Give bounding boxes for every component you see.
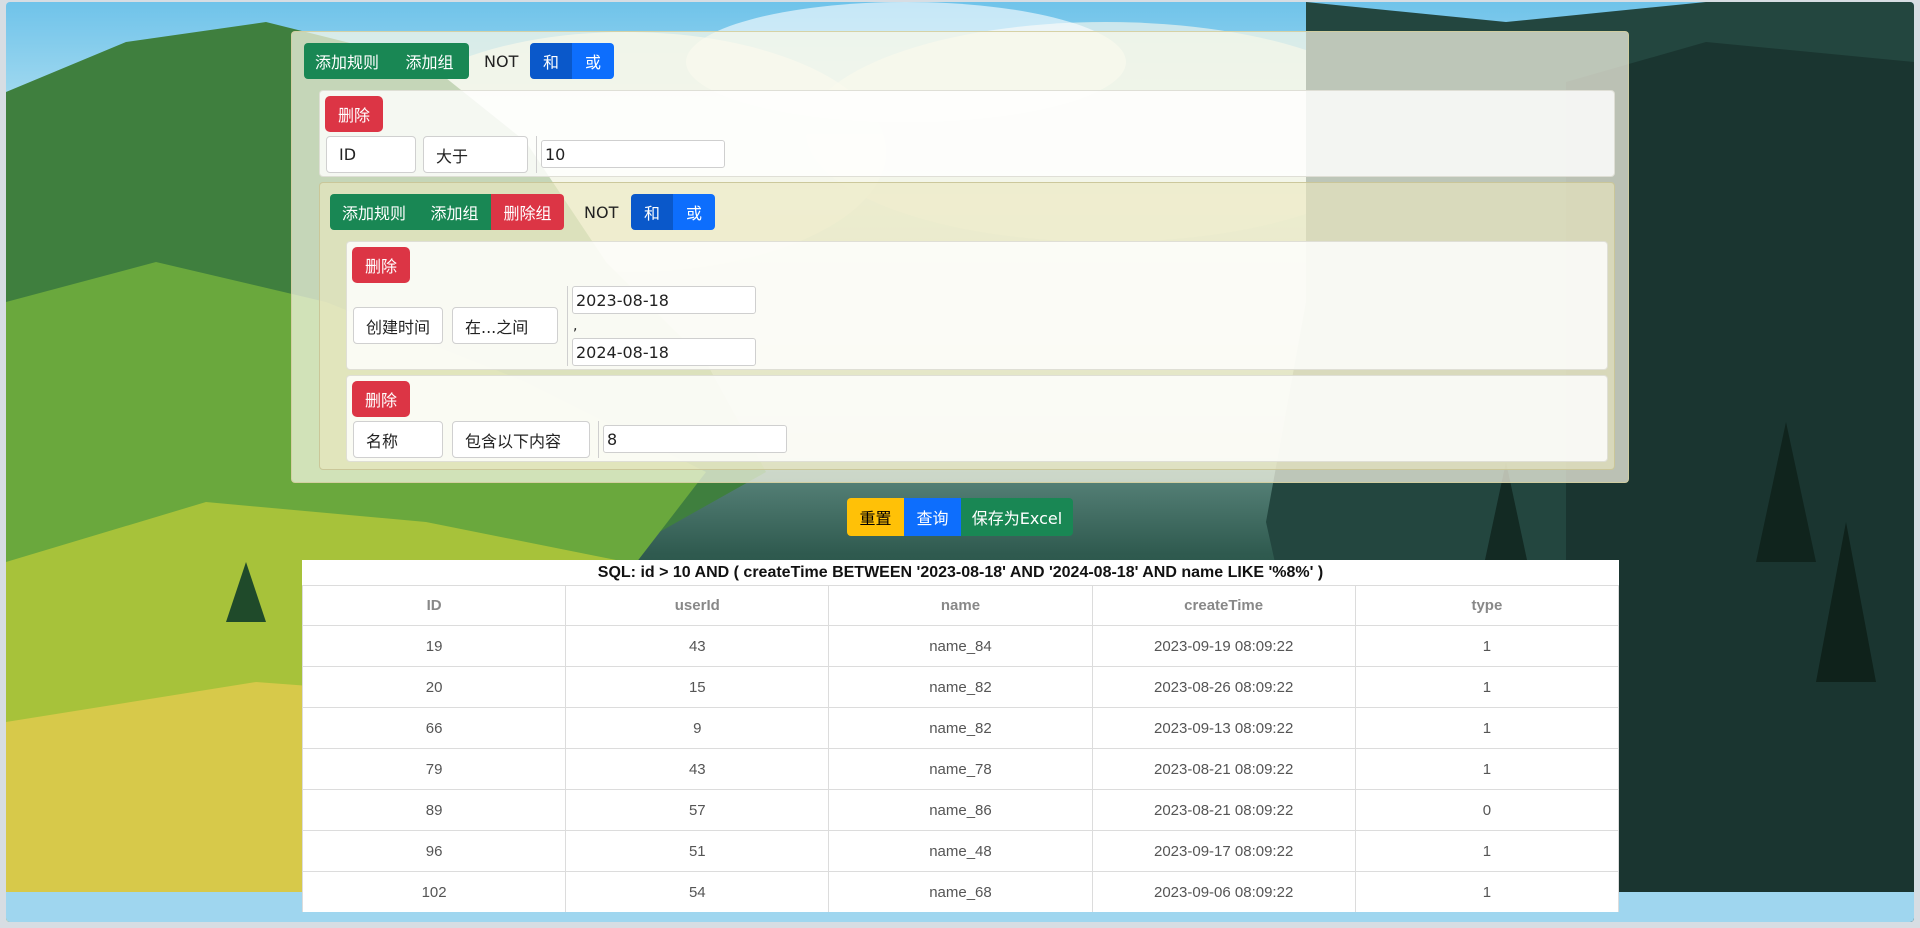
or-condition-button[interactable]: 或 <box>572 43 614 79</box>
table-cell: name_84 <box>828 625 1093 667</box>
column-header[interactable]: userId <box>565 585 830 626</box>
table-cell: name_78 <box>828 748 1093 790</box>
field-divider <box>536 136 537 173</box>
group-not-toggle-label[interactable]: NOT <box>584 194 618 230</box>
group-add-rule-button[interactable]: 添加规则 <box>330 194 418 230</box>
column-header[interactable]: name <box>828 585 1093 626</box>
export-excel-button[interactable]: 保存为Excel <box>961 498 1073 536</box>
field-select[interactable]: 名称 <box>353 421 443 458</box>
table-cell: name_86 <box>828 789 1093 831</box>
column-header[interactable]: type <box>1354 585 1619 626</box>
field-select[interactable]: 创建时间 <box>353 307 443 344</box>
table-row: 89 57 name_86 2023-08-21 08:09:22 0 <box>302 789 1619 831</box>
operator-select[interactable]: 大于 <box>423 136 528 173</box>
table-row: 102 54 name_68 2023-09-06 08:09:22 1 <box>302 871 1619 912</box>
add-rule-button[interactable]: 添加规则 <box>304 43 390 79</box>
result-table: ID userId name createTime type 19 43 nam… <box>302 585 1619 912</box>
query-builder-panel: 添加规则 添加组 NOT 和 或 删除 ID 大于 10 添加规则 添加组 删除… <box>291 31 1629 483</box>
table-cell: 2023-08-21 08:09:22 <box>1091 748 1356 790</box>
and-condition-button[interactable]: 和 <box>530 43 572 79</box>
table-cell: 15 <box>565 666 830 708</box>
query-button[interactable]: 查询 <box>904 498 961 536</box>
table-cell: 96 <box>302 830 567 872</box>
result-panel: SQL: id > 10 AND ( createTime BETWEEN '2… <box>302 560 1619 912</box>
group-and-condition-button[interactable]: 和 <box>631 194 673 230</box>
table-cell: name_82 <box>828 707 1093 749</box>
delete-rule-button[interactable]: 删除 <box>352 381 410 417</box>
add-group-button[interactable]: 添加组 <box>390 43 469 79</box>
table-cell: 43 <box>565 625 830 667</box>
rule-row-name: 删除 名称 包含以下内容 8 <box>346 375 1608 462</box>
table-cell: 54 <box>565 871 830 912</box>
reset-button[interactable]: 重置 <box>847 498 904 536</box>
field-divider <box>598 421 599 458</box>
value-input[interactable]: 8 <box>603 425 787 453</box>
field-divider <box>567 286 568 366</box>
delete-rule-button[interactable]: 删除 <box>352 247 410 283</box>
operator-select[interactable]: 在...之间 <box>452 307 558 344</box>
range-separator: , <box>573 318 578 334</box>
table-row: 19 43 name_84 2023-09-19 08:09:22 1 <box>302 625 1619 667</box>
table-cell: 1 <box>1354 830 1619 872</box>
table-cell: 66 <box>302 707 567 749</box>
table-cell: 89 <box>302 789 567 831</box>
range-to-input[interactable]: 2024-08-18 <box>572 338 756 366</box>
table-cell: 2023-09-19 08:09:22 <box>1091 625 1356 667</box>
table-cell: name_68 <box>828 871 1093 912</box>
table-cell: 102 <box>302 871 567 912</box>
table-cell: 2023-08-26 08:09:22 <box>1091 666 1356 708</box>
rule-row-create-time: 删除 创建时间 在...之间 2023-08-18 , 2024-08-18 <box>346 241 1608 370</box>
field-select[interactable]: ID <box>326 136 416 173</box>
table-cell: 57 <box>565 789 830 831</box>
table-cell: 1 <box>1354 666 1619 708</box>
nested-rule-group: 添加规则 添加组 删除组 NOT 和 或 删除 创建时间 在...之间 2023… <box>319 182 1615 470</box>
group-or-condition-button[interactable]: 或 <box>673 194 715 230</box>
table-cell: name_48 <box>828 830 1093 872</box>
table-cell: 0 <box>1354 789 1619 831</box>
sql-preview: SQL: id > 10 AND ( createTime BETWEEN '2… <box>597 564 1324 581</box>
group-add-group-button[interactable]: 添加组 <box>418 194 491 230</box>
table-cell: 9 <box>565 707 830 749</box>
delete-group-button[interactable]: 删除组 <box>491 194 564 230</box>
table-cell: 2023-08-21 08:09:22 <box>1091 789 1356 831</box>
table-cell: 20 <box>302 666 567 708</box>
table-cell: name_82 <box>828 666 1093 708</box>
table-cell: 51 <box>565 830 830 872</box>
table-cell: 19 <box>302 625 567 667</box>
table-cell: 2023-09-17 08:09:22 <box>1091 830 1356 872</box>
column-header[interactable]: createTime <box>1091 585 1356 626</box>
table-row: 66 9 name_82 2023-09-13 08:09:22 1 <box>302 707 1619 749</box>
table-cell: 1 <box>1354 871 1619 912</box>
table-row: 96 51 name_48 2023-09-17 08:09:22 1 <box>302 830 1619 872</box>
delete-rule-button[interactable]: 删除 <box>325 96 383 132</box>
table-cell: 79 <box>302 748 567 790</box>
table-cell: 2023-09-06 08:09:22 <box>1091 871 1356 912</box>
not-toggle-label[interactable]: NOT <box>484 43 518 79</box>
operator-select[interactable]: 包含以下内容 <box>452 421 590 458</box>
rule-row-id: 删除 ID 大于 10 <box>319 90 1615 177</box>
table-row: 79 43 name_78 2023-08-21 08:09:22 1 <box>302 748 1619 790</box>
table-cell: 1 <box>1354 748 1619 790</box>
column-header[interactable]: ID <box>302 585 567 626</box>
table-header-row: ID userId name createTime type <box>302 585 1619 626</box>
table-row: 20 15 name_82 2023-08-26 08:09:22 1 <box>302 666 1619 708</box>
table-cell: 43 <box>565 748 830 790</box>
range-from-input[interactable]: 2023-08-18 <box>572 286 756 314</box>
table-cell: 2023-09-13 08:09:22 <box>1091 707 1356 749</box>
table-cell: 1 <box>1354 625 1619 667</box>
table-cell: 1 <box>1354 707 1619 749</box>
value-input[interactable]: 10 <box>541 140 725 168</box>
